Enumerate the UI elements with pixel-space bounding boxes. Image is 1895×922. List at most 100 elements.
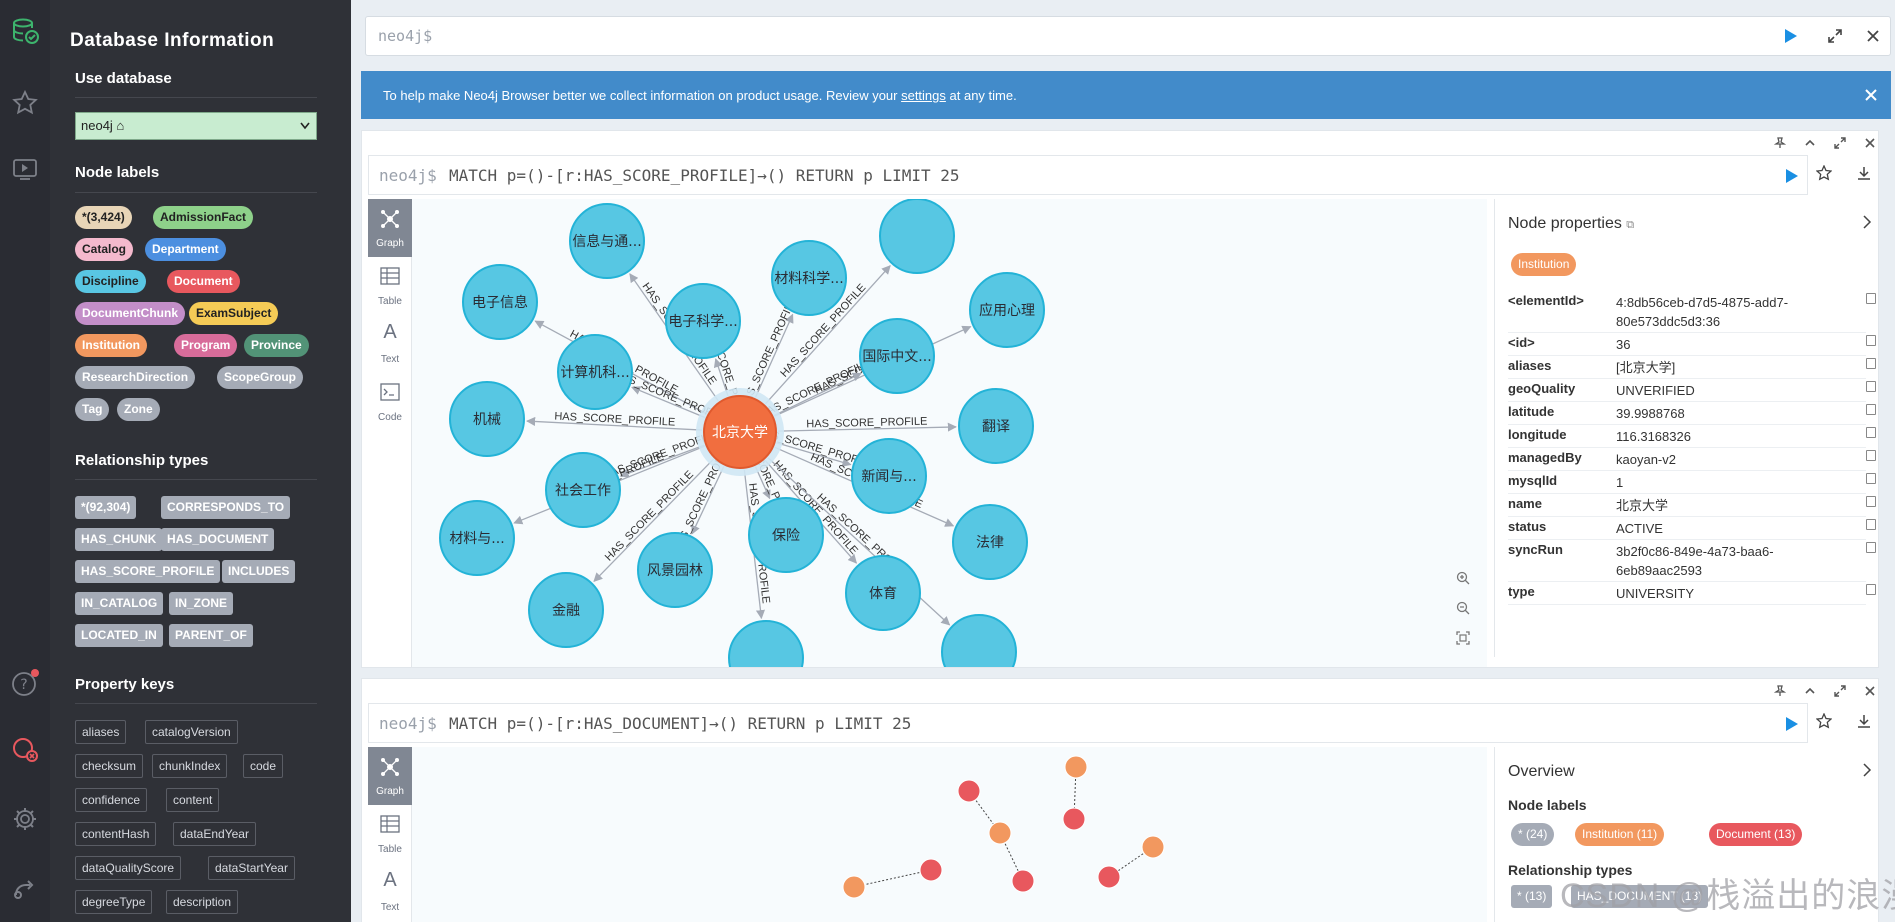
node-label-pill[interactable]: ResearchDirection: [75, 366, 196, 389]
graph-node[interactable]: 信息与通...: [569, 203, 645, 279]
favorite-star-icon[interactable]: [1816, 713, 1832, 729]
database-icon[interactable]: [8, 14, 42, 48]
graph-node[interactable]: [919, 858, 943, 882]
graph-node[interactable]: [1141, 835, 1165, 859]
frame-query[interactable]: neo4j$ MATCH p=()-[r:HAS_DOCUMENT]→() RE…: [368, 703, 1808, 743]
copy-icon[interactable]: [1866, 584, 1876, 595]
node-label-pill[interactable]: Institution: [75, 334, 147, 357]
database-select[interactable]: neo4j ⌂: [75, 112, 317, 140]
graph-node[interactable]: 法律: [952, 504, 1028, 580]
graph-node[interactable]: [1064, 755, 1088, 779]
graph-node[interactable]: [1011, 869, 1035, 893]
chevron-right-icon[interactable]: [1862, 763, 1872, 777]
node-label-pill[interactable]: AdmissionFact: [153, 206, 254, 229]
relationship-type-tag[interactable]: CORRESPONDS_TO: [161, 496, 291, 519]
frame-query[interactable]: neo4j$ MATCH p=()-[r:HAS_SCORE_PROFILE]→…: [368, 155, 1808, 195]
favorite-star-icon[interactable]: [1816, 165, 1832, 181]
node-label-pill[interactable]: Catalog: [75, 238, 134, 261]
relationship-type-tag[interactable]: IN_CATALOG: [75, 592, 164, 615]
relationship-type-tag[interactable]: IN_ZONE: [169, 592, 234, 615]
relationship-type-tag[interactable]: HAS_DOCUMENT: [161, 528, 275, 551]
run-button[interactable]: [1779, 24, 1803, 48]
graph-node[interactable]: 机械: [449, 381, 525, 457]
tab-graph[interactable]: Graph: [368, 199, 412, 257]
property-key-tag[interactable]: chunkIndex: [152, 754, 228, 778]
institution-label-badge[interactable]: Institution: [1511, 253, 1577, 276]
overview-label-pill[interactable]: Institution (11): [1575, 823, 1665, 846]
settings-link[interactable]: settings: [901, 88, 946, 103]
graph-canvas[interactable]: [412, 747, 1487, 922]
tab-code[interactable]: Code: [368, 373, 412, 431]
close-frame-icon[interactable]: [1864, 137, 1876, 149]
node-label-pill[interactable]: Document: [167, 270, 240, 293]
overview-rel-tag[interactable]: * (13): [1511, 885, 1553, 908]
gear-icon[interactable]: [8, 802, 42, 836]
relationship-edge[interactable]: [853, 869, 932, 888]
property-key-tag[interactable]: confidence: [75, 788, 148, 812]
tab-table[interactable]: Table: [368, 805, 412, 863]
property-key-tag[interactable]: contentHash: [75, 822, 157, 846]
property-key-tag[interactable]: dataQualityScore: [75, 856, 182, 880]
fit-icon[interactable]: [1450, 625, 1476, 651]
relationship-type-tag[interactable]: *(92,304): [75, 496, 137, 519]
graph-visualization[interactable]: [412, 747, 1487, 922]
node-label-pill[interactable]: Discipline: [75, 270, 146, 293]
copy-icon[interactable]: ⧉: [1626, 219, 1634, 231]
copy-icon[interactable]: [1866, 293, 1876, 304]
property-key-tag[interactable]: checksum: [75, 754, 144, 778]
relationship-type-tag[interactable]: LOCATED_IN: [75, 624, 163, 647]
graph-node[interactable]: 翻译: [958, 388, 1034, 464]
relationship-type-tag[interactable]: INCLUDES: [222, 560, 296, 583]
node-label-pill[interactable]: ExamSubject: [189, 302, 279, 325]
node-label-pill[interactable]: *(3,424): [75, 206, 132, 229]
graph-node[interactable]: 社会工作: [545, 452, 621, 528]
node-label-pill[interactable]: Program: [174, 334, 238, 357]
graph-node[interactable]: [728, 620, 804, 667]
copy-icon[interactable]: [1866, 542, 1876, 553]
download-icon[interactable]: [1856, 713, 1872, 729]
copy-icon[interactable]: [1866, 496, 1876, 507]
graph-node[interactable]: 保险: [748, 497, 824, 573]
copy-icon[interactable]: [1866, 404, 1876, 415]
rerun-icon[interactable]: [1785, 168, 1799, 184]
graph-node[interactable]: 电子科学...: [665, 283, 741, 359]
graph-node[interactable]: 金融: [528, 572, 604, 648]
collapse-icon[interactable]: [1804, 685, 1816, 697]
graph-node[interactable]: 应用心理: [969, 272, 1045, 348]
graph-node[interactable]: 材料与...: [439, 500, 515, 576]
graph-node[interactable]: 国际中文...: [859, 318, 935, 394]
relationship-type-tag[interactable]: HAS_CHUNK: [75, 528, 163, 551]
pin-icon[interactable]: [1774, 685, 1786, 697]
graph-node[interactable]: 电子信息: [462, 264, 538, 340]
graph-node[interactable]: 风景园林: [637, 532, 713, 608]
overview-label-pill[interactable]: Document (13): [1709, 823, 1803, 846]
graph-node[interactable]: [957, 779, 981, 803]
chevron-right-icon[interactable]: [1862, 215, 1872, 229]
help-icon[interactable]: ?: [8, 666, 42, 700]
star-icon[interactable]: [8, 86, 42, 120]
fullscreen-icon[interactable]: [1834, 685, 1846, 697]
close-banner-icon[interactable]: [1865, 89, 1877, 101]
download-icon[interactable]: [1856, 165, 1872, 181]
rerun-icon[interactable]: [1785, 716, 1799, 732]
sync-icon[interactable]: [8, 870, 42, 904]
property-key-tag[interactable]: code: [243, 754, 284, 778]
center-node[interactable]: 北京大学: [696, 388, 784, 476]
tab-table[interactable]: Table: [368, 257, 412, 315]
node-label-pill[interactable]: Province: [244, 334, 309, 357]
overview-label-pill[interactable]: * (24): [1511, 823, 1555, 846]
collapse-icon[interactable]: [1804, 137, 1816, 149]
node-label-pill[interactable]: DocumentChunk: [75, 302, 185, 325]
graph-node[interactable]: 体育: [845, 555, 921, 631]
graph-node[interactable]: [842, 875, 866, 899]
copy-icon[interactable]: [1866, 450, 1876, 461]
node-label-pill[interactable]: ScopeGroup: [217, 366, 304, 389]
zoom-out-icon[interactable]: [1450, 595, 1476, 621]
tab-text[interactable]: A Text: [368, 863, 412, 921]
node-label-pill[interactable]: Zone: [117, 398, 160, 421]
property-key-tag[interactable]: description: [166, 890, 239, 914]
connection-icon[interactable]: [8, 732, 42, 766]
copy-icon[interactable]: [1866, 335, 1876, 346]
graph-canvas[interactable]: HAS_SCORE_PROFILE HAS_SCORE_PROFILE HAS_SC…: [412, 199, 1487, 667]
fullscreen-icon[interactable]: [1834, 137, 1846, 149]
